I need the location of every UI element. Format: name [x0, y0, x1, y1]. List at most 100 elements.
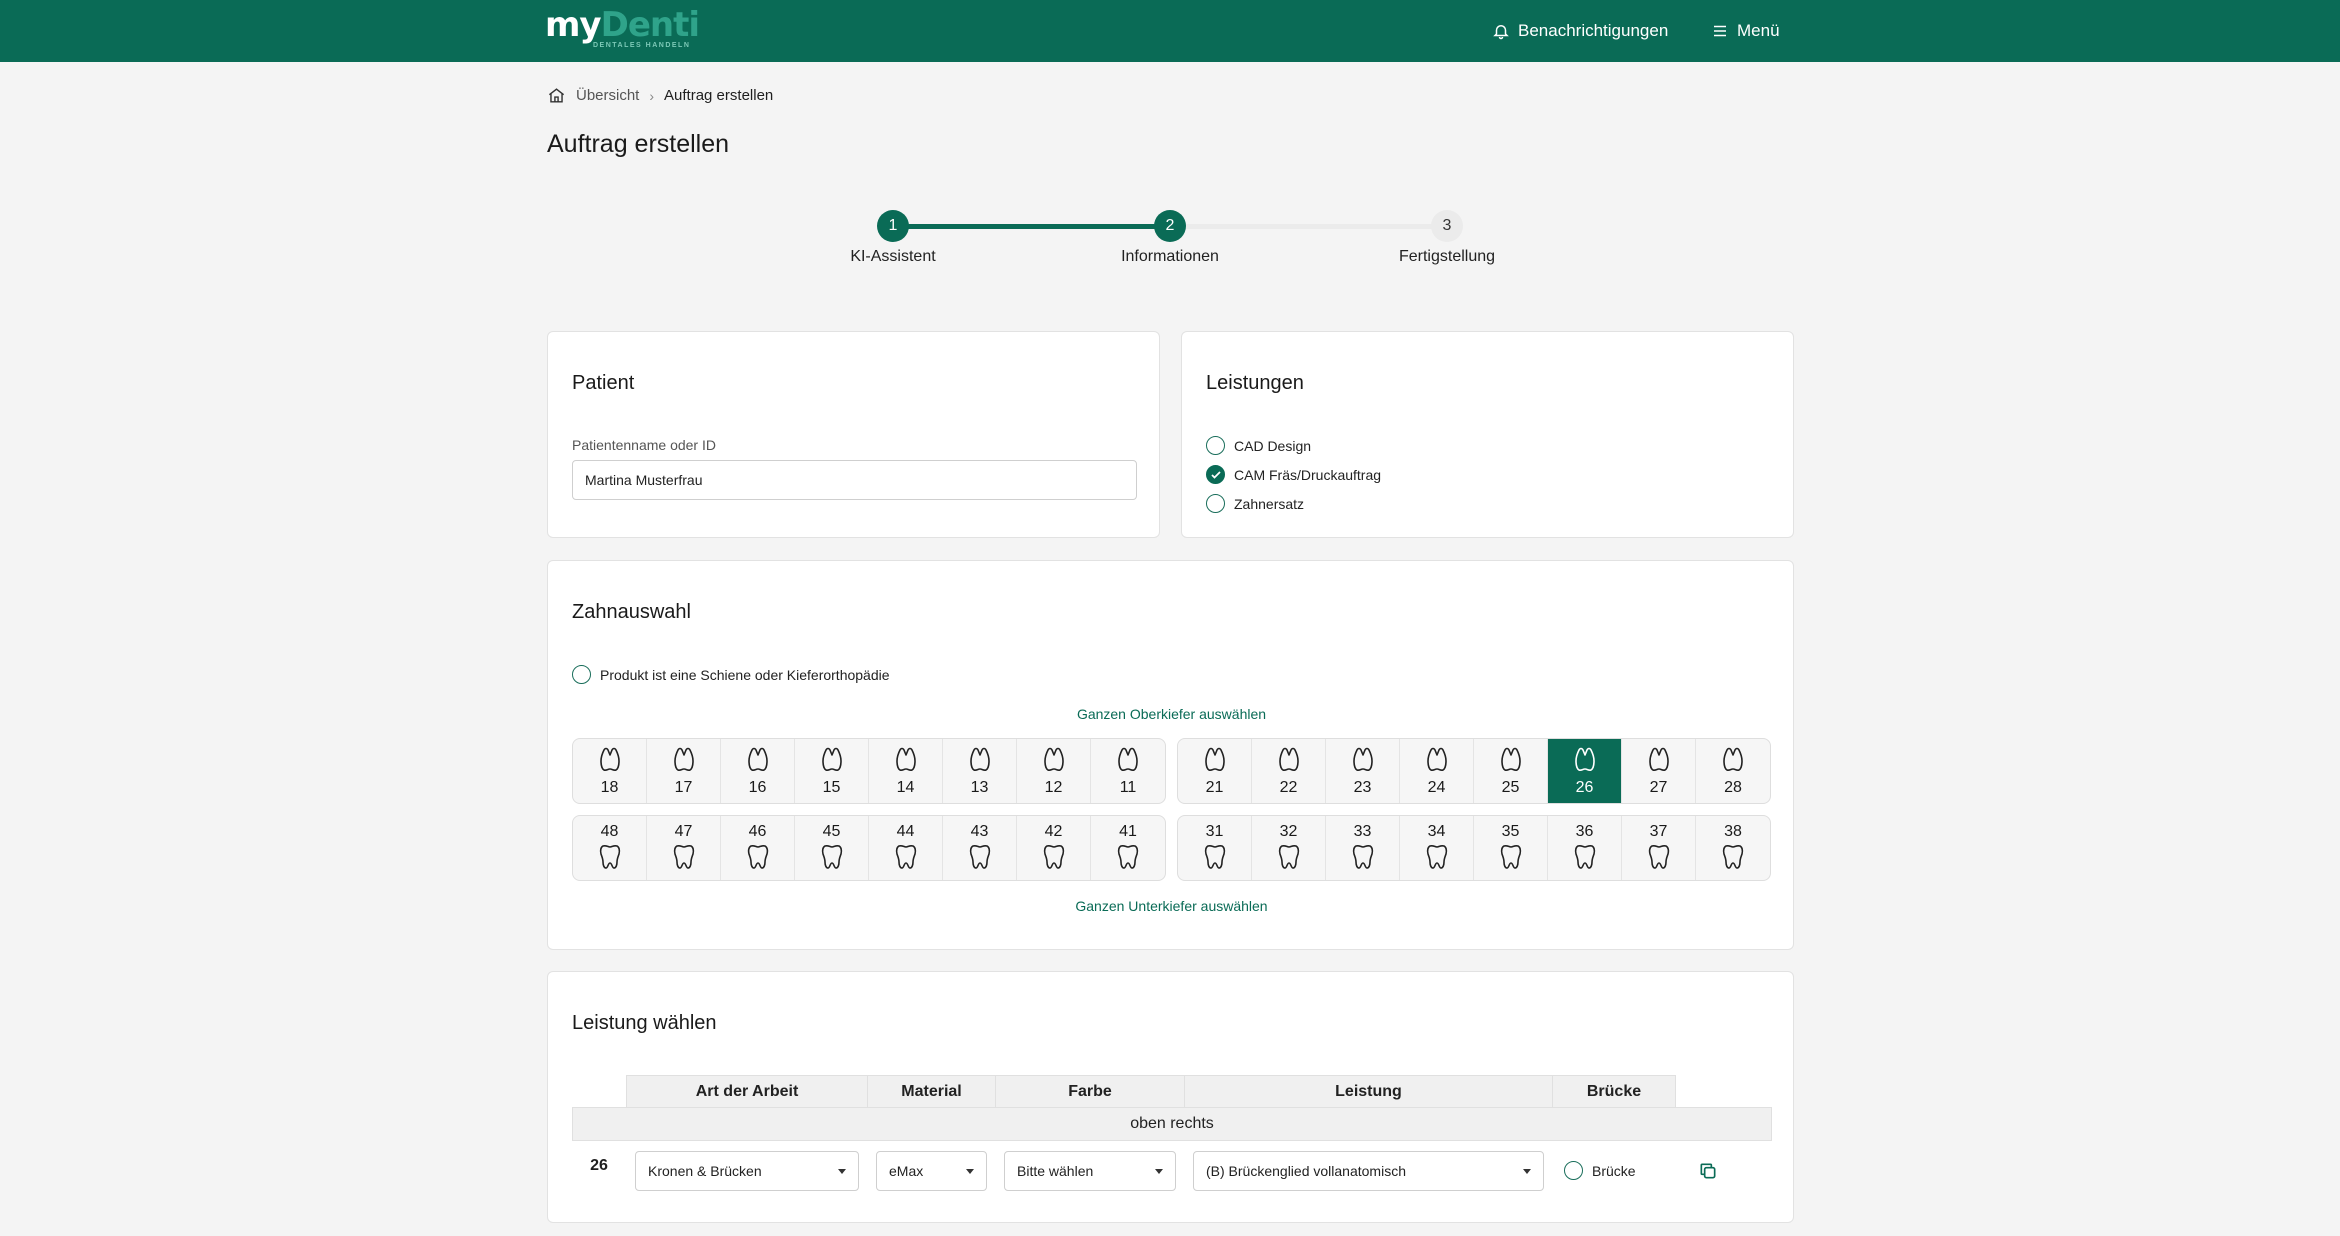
chevron-right-icon: ›	[649, 87, 655, 104]
tooth-27[interactable]: 27	[1622, 739, 1696, 803]
tooth-28[interactable]: 28	[1696, 739, 1770, 803]
service-option-cam[interactable]: CAM Fräs/Druckauftrag	[1206, 465, 1381, 484]
splint-option[interactable]: Produkt ist eine Schiene oder Kieferorth…	[572, 665, 890, 684]
bridge-checkbox[interactable]	[1564, 1161, 1583, 1180]
work-type-select[interactable]: Kronen & Brücken	[635, 1151, 859, 1191]
stepper-remaining-line	[1170, 224, 1447, 229]
tooth-33[interactable]: 33	[1326, 816, 1400, 880]
top-bar: myDenti DENTALES HANDELN Benachrichtigun…	[0, 0, 2340, 62]
tooth-43[interactable]: 43	[943, 816, 1017, 880]
tooth-15[interactable]: 15	[795, 739, 869, 803]
tooth-number: 41	[1119, 822, 1137, 840]
tooth-number: 15	[822, 778, 841, 796]
upper-tooth-icon	[1499, 746, 1523, 777]
tooth-36[interactable]: 36	[1548, 816, 1622, 880]
tooth-34[interactable]: 34	[1400, 816, 1474, 880]
lower-tooth-icon	[1425, 843, 1449, 874]
tooth-44[interactable]: 44	[869, 816, 943, 880]
caret-down-icon	[1155, 1169, 1163, 1174]
tooth-32[interactable]: 32	[1252, 816, 1326, 880]
copy-icon[interactable]	[1698, 1161, 1718, 1181]
service-table: Art der Arbeit Material Farbe Leistung B…	[572, 1075, 1772, 1215]
notifications-button[interactable]: Benachrichtigungen	[1492, 0, 1668, 62]
select-lower-jaw-link[interactable]: Ganzen Unterkiefer auswählen	[548, 898, 1795, 914]
tooth-number: 46	[748, 822, 767, 840]
tooth-22[interactable]: 22	[1252, 739, 1326, 803]
step-1-circle: 1	[877, 210, 909, 242]
tooth-11[interactable]: 11	[1091, 739, 1165, 803]
cam-checkbox[interactable]	[1206, 465, 1225, 484]
tooth-48[interactable]: 48	[573, 816, 647, 880]
lower-tooth-icon	[746, 843, 770, 874]
caret-down-icon	[838, 1169, 846, 1174]
tooth-18[interactable]: 18	[573, 739, 647, 803]
upper-tooth-icon	[1277, 746, 1301, 777]
tooth-selection-card: Zahnauswahl Produkt ist eine Schiene ode…	[547, 560, 1794, 950]
services-card: Leistungen CAD Design CAM Fräs/Druckauft…	[1181, 331, 1794, 538]
tooth-number: 33	[1353, 822, 1372, 840]
tooth-17[interactable]: 17	[647, 739, 721, 803]
lower-tooth-icon	[1721, 843, 1745, 874]
tooth-number: 21	[1205, 778, 1224, 796]
upper-tooth-icon	[1647, 746, 1671, 777]
tooth-21[interactable]: 21	[1178, 739, 1252, 803]
tooth-number: 35	[1501, 822, 1520, 840]
tooth-26[interactable]: 26	[1548, 739, 1622, 803]
service-option-cad-design[interactable]: CAD Design	[1206, 436, 1311, 455]
bridge-option[interactable]: Brücke	[1564, 1161, 1636, 1180]
color-value: Bitte wählen	[1017, 1163, 1094, 1179]
header-service: Leistung	[1184, 1075, 1553, 1108]
tooth-25[interactable]: 25	[1474, 739, 1548, 803]
upper-tooth-icon	[1573, 746, 1597, 777]
upper-tooth-icon	[894, 746, 918, 777]
tooth-13[interactable]: 13	[943, 739, 1017, 803]
cad-design-checkbox[interactable]	[1206, 436, 1225, 455]
tooth-16[interactable]: 16	[721, 739, 795, 803]
tooth-number: 13	[970, 778, 989, 796]
upper-tooth-icon	[820, 746, 844, 777]
breadcrumb-current: Auftrag erstellen	[664, 87, 774, 104]
row-tooth-number: 26	[590, 1157, 608, 1174]
step-1-label: KI-Assistent	[850, 248, 936, 265]
tooth-41[interactable]: 41	[1091, 816, 1165, 880]
mydenti-logo[interactable]: myDenti DENTALES HANDELN	[545, 8, 700, 49]
zahnersatz-label: Zahnersatz	[1234, 495, 1305, 512]
home-icon[interactable]	[547, 86, 566, 105]
tooth-number: 18	[600, 778, 619, 796]
lower-tooth-icon	[968, 843, 992, 874]
breadcrumb-overview-link[interactable]: Übersicht	[576, 87, 639, 104]
select-upper-jaw-link[interactable]: Ganzen Oberkiefer auswählen	[548, 706, 1795, 722]
tooth-47[interactable]: 47	[647, 816, 721, 880]
tooth-35[interactable]: 35	[1474, 816, 1548, 880]
cad-design-label: CAD Design	[1234, 437, 1312, 454]
tooth-number: 23	[1353, 778, 1372, 796]
patient-name-input[interactable]: Martina Musterfrau	[572, 460, 1137, 500]
tooth-31[interactable]: 31	[1178, 816, 1252, 880]
tooth-number: 43	[970, 822, 989, 840]
service-option-zahnersatz[interactable]: Zahnersatz	[1206, 494, 1304, 513]
tooth-37[interactable]: 37	[1622, 816, 1696, 880]
menu-button[interactable]: Menü	[1711, 0, 1780, 62]
splint-checkbox[interactable]	[572, 665, 591, 684]
service-selection-title: Leistung wählen	[572, 1012, 717, 1034]
upper-tooth-icon	[1721, 746, 1745, 777]
color-select[interactable]: Bitte wählen	[1004, 1151, 1176, 1191]
tooth-42[interactable]: 42	[1017, 816, 1091, 880]
tooth-45[interactable]: 45	[795, 816, 869, 880]
tooth-24[interactable]: 24	[1400, 739, 1474, 803]
tooth-23[interactable]: 23	[1326, 739, 1400, 803]
lower-tooth-icon	[1573, 843, 1597, 874]
tooth-14[interactable]: 14	[869, 739, 943, 803]
lower-left-quadrant: 31 32 33 34 35 36 37 38	[1177, 815, 1771, 881]
page-title: Auftrag erstellen	[547, 130, 730, 158]
material-select[interactable]: eMax	[876, 1151, 987, 1191]
services-card-title: Leistungen	[1206, 372, 1304, 394]
zahnersatz-checkbox[interactable]	[1206, 494, 1225, 513]
tooth-38[interactable]: 38	[1696, 816, 1770, 880]
work-type-value: Kronen & Brücken	[648, 1163, 762, 1179]
tooth-46[interactable]: 46	[721, 816, 795, 880]
service-select[interactable]: (B) Brückenglied vollanatomisch	[1193, 1151, 1544, 1191]
hamburger-icon	[1714, 25, 1726, 37]
tooth-12[interactable]: 12	[1017, 739, 1091, 803]
patient-card-title: Patient	[572, 372, 635, 394]
